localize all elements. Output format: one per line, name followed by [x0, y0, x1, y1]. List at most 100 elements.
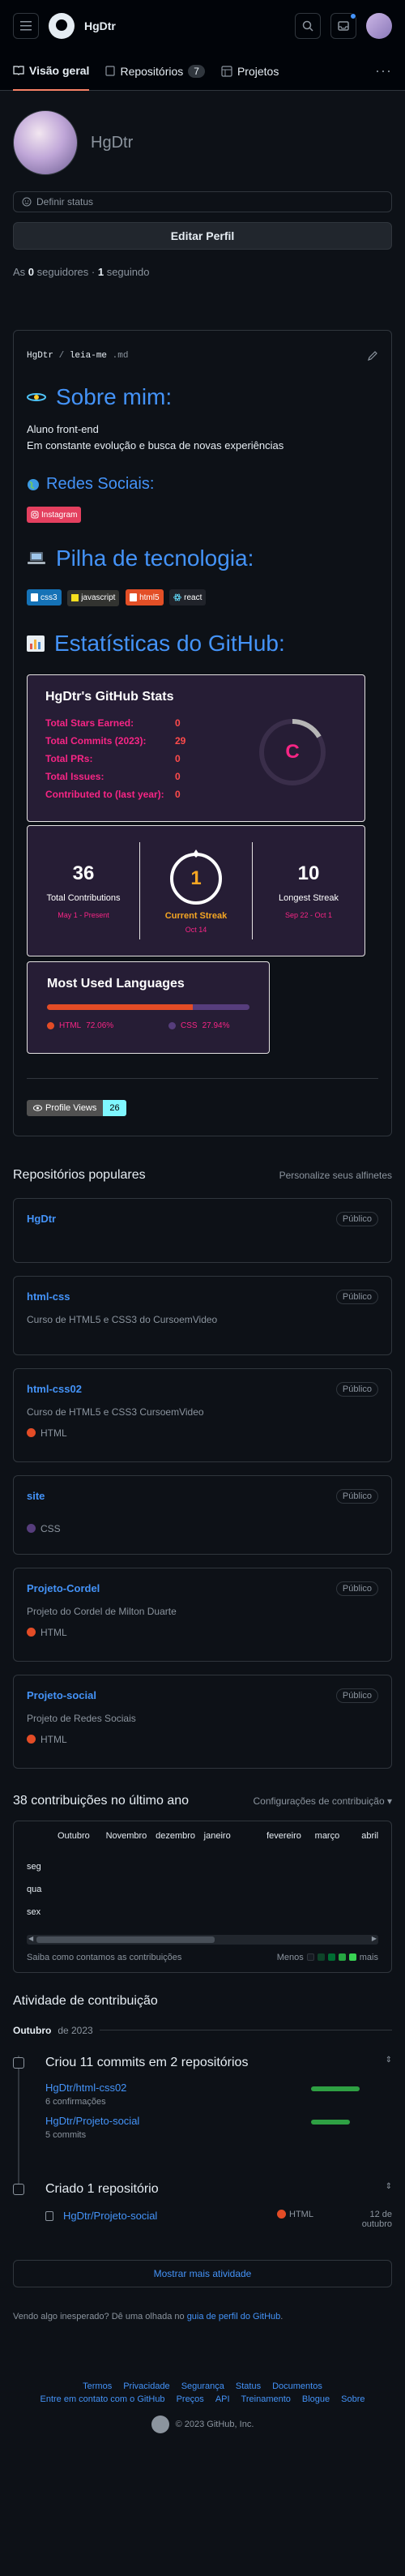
- github-footer-logo-icon[interactable]: [151, 2415, 169, 2433]
- footer-link[interactable]: Termos: [83, 2381, 112, 2391]
- pencil-icon[interactable]: [367, 350, 378, 362]
- language-dot: [27, 1735, 36, 1744]
- footer-link[interactable]: Status: [236, 2381, 261, 2391]
- html5-badge: html5: [126, 589, 164, 605]
- repo-link[interactable]: site: [27, 1490, 45, 1502]
- table-icon: [221, 65, 232, 77]
- search-button[interactable]: [295, 13, 321, 39]
- footer-link[interactable]: API: [215, 2394, 230, 2404]
- footer-link[interactable]: Sobre: [341, 2394, 364, 2404]
- scroll-left-icon[interactable]: ◀: [28, 1935, 33, 1942]
- edit-profile-button[interactable]: Editar Perfil: [13, 222, 392, 250]
- footer-link[interactable]: Privacidade: [123, 2381, 169, 2391]
- total-contributions: 36 Total Contributions May 1 - Present: [28, 862, 139, 919]
- contribution-settings-dropdown[interactable]: Configurações de contribuição ▾: [254, 1795, 392, 1807]
- learn-contributions-link[interactable]: Saiba como contamos as contribuições: [27, 1953, 181, 1962]
- commit-count[interactable]: 6 confirmações: [45, 2097, 126, 2107]
- footer-link[interactable]: Blogue: [302, 2394, 330, 2404]
- total-range: May 1 - Present: [58, 910, 109, 919]
- legend-less: Menos: [276, 1952, 304, 1962]
- commit-repo-link[interactable]: HgDtr/Projeto-social: [45, 2115, 139, 2127]
- scrollbar-thumb[interactable]: [36, 1936, 215, 1943]
- html5-label: html5: [139, 593, 160, 602]
- commits-item: Criou 11 commits em 2 repositórios ⇕ HgD…: [13, 2055, 392, 2189]
- readme-path-file[interactable]: leia-me: [70, 351, 107, 361]
- legend-swatch: [327, 1953, 335, 1961]
- tab-repositories[interactable]: Repositórios 7: [105, 52, 205, 91]
- repo-link[interactable]: html-css: [27, 1290, 70, 1303]
- following-label[interactable]: seguindo: [107, 266, 150, 278]
- expand-icon[interactable]: ⇕: [386, 2182, 392, 2197]
- footer-link[interactable]: Documentos: [272, 2381, 322, 2391]
- stats-row-value: 29: [175, 734, 186, 747]
- repo-card: HgDtr Público: [13, 1197, 392, 1263]
- repo-link[interactable]: html-css02: [27, 1383, 82, 1395]
- following-count[interactable]: 1: [98, 266, 104, 278]
- caret-down-icon: ▾: [386, 1795, 392, 1807]
- languages-card: Most Used Languages HTML 72.06% CSS 27.9…: [27, 961, 270, 1054]
- current-value: 1: [190, 867, 202, 889]
- repo-link[interactable]: Projeto-Cordel: [27, 1582, 100, 1594]
- created-date: 12 de outubro: [350, 2210, 392, 2229]
- javascript-label: javascript: [81, 593, 116, 602]
- footer-link[interactable]: Treinamento: [241, 2394, 291, 2404]
- repo-language: HTML: [40, 1427, 67, 1439]
- repo-icon: [13, 2183, 24, 2195]
- commit-icon: [13, 2056, 24, 2069]
- created-date-1: 12 de: [369, 2209, 392, 2219]
- hamburger-icon: [20, 21, 32, 31]
- inbox-button[interactable]: [330, 13, 356, 39]
- legend-more: mais: [359, 1952, 378, 1962]
- show-more-activity-button[interactable]: Mostrar mais atividade: [13, 2259, 392, 2287]
- commit-repo-link[interactable]: HgDtr/html-css02: [45, 2082, 126, 2094]
- followers-label[interactable]: seguidores: [37, 266, 89, 278]
- followers-count[interactable]: 0: [28, 266, 34, 278]
- profile-views-count: 26: [103, 1099, 126, 1116]
- pinned-repos: Repositórios populares Personalize seus …: [13, 1166, 392, 1769]
- repo-link[interactable]: Projeto-social: [27, 1689, 96, 1701]
- footer-link[interactable]: Preços: [177, 2394, 204, 2404]
- readme-path-user[interactable]: HgDtr: [27, 351, 53, 361]
- current-label: Current Streak: [164, 910, 228, 921]
- profile-views-badge: Profile Views 26: [27, 1099, 378, 1116]
- activity-title: Atividade de contribuição: [13, 1993, 158, 2008]
- about-line-1: Aluno front-end: [27, 423, 99, 435]
- graph-month: fevereiro: [266, 1830, 301, 1841]
- repo-card: Projeto-social Público Projeto de Redes S…: [13, 1674, 392, 1769]
- languages-title: Most Used Languages: [47, 976, 185, 991]
- scroll-right-icon[interactable]: ▶: [372, 1935, 377, 1942]
- language-bar-html: [47, 1003, 194, 1010]
- grade-letter: C: [285, 740, 300, 763]
- current-date: Oct 14: [185, 925, 207, 934]
- created-repo-link[interactable]: HgDtr/Projeto-social: [63, 2210, 277, 2222]
- footer-link[interactable]: Entre em contato com o GitHub: [40, 2394, 164, 2404]
- more-tabs-icon[interactable]: ···: [375, 62, 392, 79]
- repo-link[interactable]: HgDtr: [27, 1213, 56, 1225]
- graph-month: janeiro: [203, 1830, 231, 1841]
- created-date-2: outubro: [361, 2219, 392, 2229]
- language-dot: [47, 1021, 54, 1029]
- javascript-icon: [71, 594, 79, 601]
- set-status-button[interactable]: Definir status: [13, 191, 392, 212]
- stats-row-label: Total PRs:: [45, 752, 93, 764]
- customize-pins-link[interactable]: Personalize seus alfinetes: [279, 1170, 392, 1181]
- profile-guide-link[interactable]: guia de perfil do GitHub: [187, 2312, 281, 2321]
- user-avatar[interactable]: [366, 13, 392, 39]
- instagram-badge[interactable]: Instagram: [27, 507, 82, 523]
- github-logo-icon[interactable]: [49, 13, 75, 39]
- tab-overview[interactable]: Visão geral: [13, 52, 90, 91]
- tab-projects[interactable]: Projetos: [221, 52, 279, 91]
- graph-month: dezembro: [156, 1830, 196, 1841]
- header-username[interactable]: HgDtr: [84, 19, 116, 32]
- profile-avatar[interactable]: [13, 110, 78, 175]
- social-heading: Redes Sociais:: [27, 475, 378, 494]
- pinned-title: Repositórios populares: [13, 1167, 146, 1182]
- repo-card: html-css02 Público Curso de HTML5 e CSS3 …: [13, 1367, 392, 1462]
- eye-icon: [33, 1104, 42, 1111]
- graph-scrollbar[interactable]: ◀ ▶: [27, 1934, 378, 1945]
- commit-count[interactable]: 5 commits: [45, 2130, 139, 2140]
- menu-button[interactable]: [13, 13, 39, 39]
- language-name: CSS: [181, 1021, 198, 1030]
- footer-link[interactable]: Segurança: [181, 2381, 224, 2391]
- expand-icon[interactable]: ⇕: [386, 2056, 392, 2070]
